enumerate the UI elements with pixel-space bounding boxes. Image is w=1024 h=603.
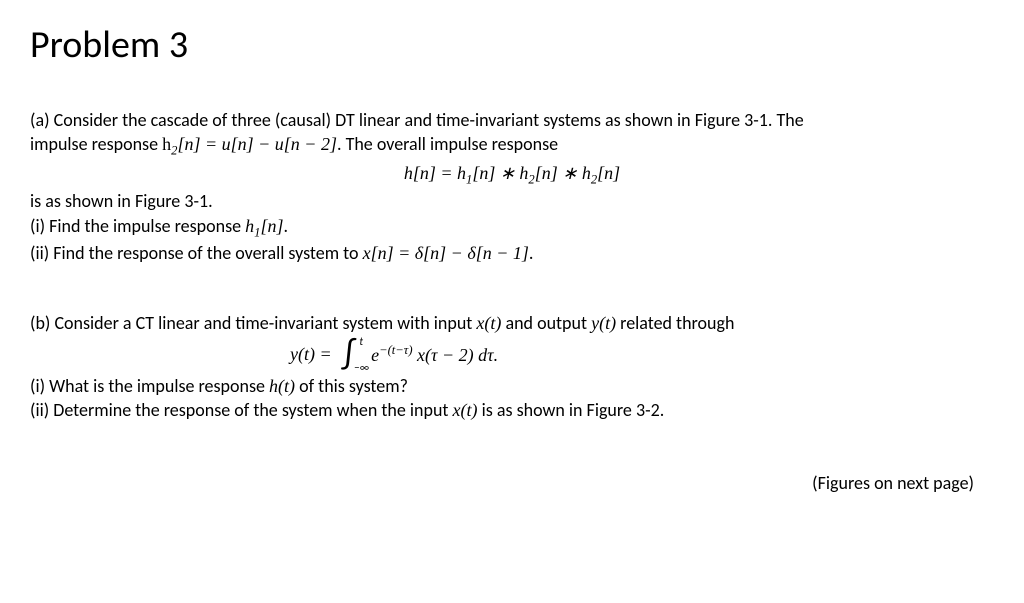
part-a-item-ii: (ii) Find the response of the overall sy… bbox=[30, 241, 994, 265]
part-b-intro-mid: and output bbox=[501, 312, 591, 334]
integral-lower-limit: −∞ bbox=[354, 361, 369, 374]
part-a-ii-prefix: (ii) Find the response of the overall sy… bbox=[30, 242, 363, 264]
part-a-intro2-prefix: impulse response bbox=[30, 133, 162, 155]
part-b-yt: y(t) bbox=[591, 313, 616, 333]
eq-lhs: y(t) = bbox=[290, 344, 341, 365]
part-b: (b) Consider a CT linear and time-invari… bbox=[30, 311, 994, 422]
part-a: (a) Consider the cascade of three (causa… bbox=[30, 108, 994, 266]
part-b-ii-math: x(t) bbox=[453, 400, 478, 420]
part-a-ii-math: x[n] = δ[n] − δ[n − 1] bbox=[363, 243, 529, 263]
part-b-ii-suffix: is as shown in Figure 3-2. bbox=[478, 399, 665, 421]
part-a-intro-line2: impulse response h2[n] = u[n] − u[n − 2]… bbox=[30, 132, 994, 160]
part-b-item-ii: (ii) Determine the response of the syste… bbox=[30, 398, 994, 422]
part-b-item-i: (i) What is the impulse response h(t) of… bbox=[30, 374, 994, 398]
integral-symbol: t ∫ −∞ bbox=[343, 339, 355, 370]
part-b-i-prefix: (i) What is the impulse response bbox=[30, 375, 269, 397]
part-b-intro-prefix: (b) Consider a CT linear and time-invari… bbox=[30, 312, 476, 334]
part-b-intro: (b) Consider a CT linear and time-invari… bbox=[30, 311, 994, 335]
part-a-i-prefix: (i) Find the impulse response bbox=[30, 215, 245, 237]
part-b-xt: x(t) bbox=[476, 313, 501, 333]
part-a-intro-line1: (a) Consider the cascade of three (causa… bbox=[30, 108, 994, 132]
part-a-i-suffix: . bbox=[283, 215, 288, 237]
part-a-intro2-suffix: . The overall impulse response bbox=[337, 133, 558, 155]
eq-integrand: e−(t−τ) x(τ − 2) dτ. bbox=[371, 343, 498, 366]
h2-definition: h2[n] = u[n] − u[n − 2] bbox=[162, 134, 337, 154]
problem-title: Problem 3 bbox=[30, 22, 994, 68]
part-b-equation: y(t) = t ∫ −∞ e−(t−τ) x(τ − 2) dτ. bbox=[30, 339, 994, 370]
part-b-ii-prefix: (ii) Determine the response of the syste… bbox=[30, 399, 453, 421]
part-a-item-i: (i) Find the impulse response h1[n]. bbox=[30, 214, 994, 242]
integral-upper-limit: t bbox=[359, 335, 363, 348]
part-b-i-suffix: of this system? bbox=[295, 375, 408, 397]
part-a-intro-line3: is as shown in Figure 3-1. bbox=[30, 189, 994, 213]
part-b-intro-suffix: related through bbox=[616, 312, 734, 334]
part-a-ii-suffix: . bbox=[529, 242, 534, 264]
part-b-i-math: h(t) bbox=[269, 376, 295, 396]
part-a-i-math: h1[n] bbox=[245, 216, 283, 236]
figures-note: (Figures on next page) bbox=[30, 472, 994, 494]
overall-impulse-equation: h[n] = h1[n] ∗ h2[n] ∗ h2[n] bbox=[30, 162, 994, 188]
